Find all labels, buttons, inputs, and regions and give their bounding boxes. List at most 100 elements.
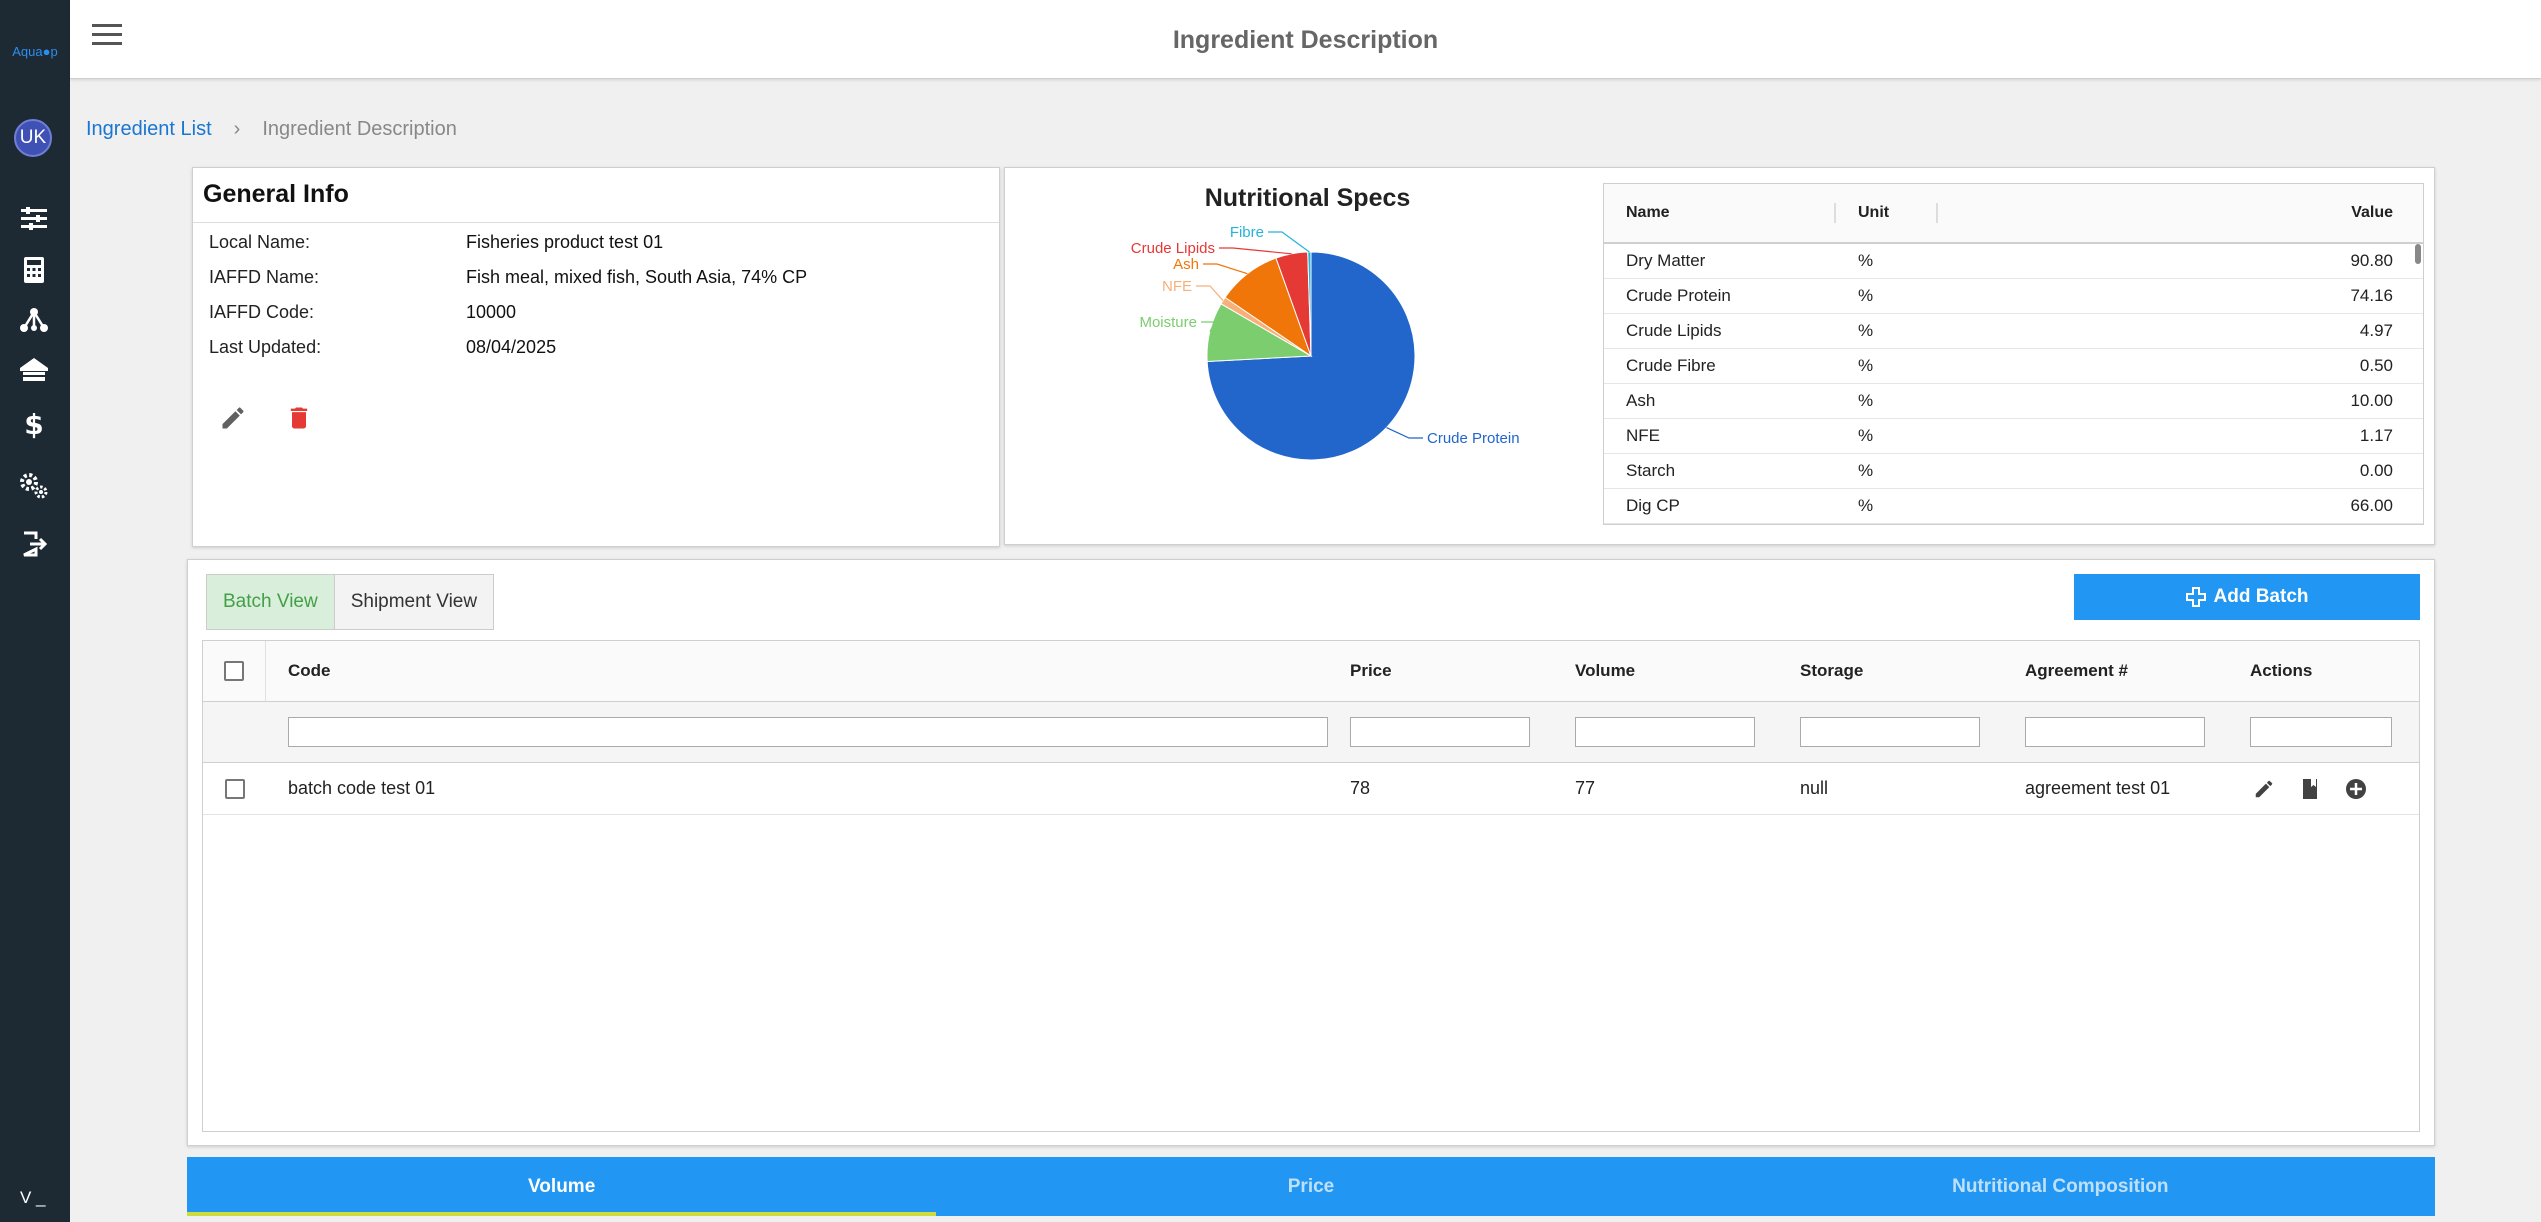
tab-volume[interactable]: Volume (187, 1157, 937, 1216)
add-batch-button[interactable]: Add Batch (2074, 574, 2420, 620)
nutrient-value: 10.00 (2350, 391, 2393, 410)
cell-agreement: agreement test 01 (2025, 778, 2171, 798)
nutrient-name: Crude Protein (1626, 286, 1731, 305)
nutrient-unit: % (1858, 496, 1874, 515)
warehouse-icon[interactable] (18, 354, 50, 386)
info-label: IAFFD Code: (209, 302, 315, 322)
network-icon[interactable] (18, 304, 50, 336)
nutrition-table-header: Name Unit Value (1604, 184, 2423, 244)
breadcrumb-current: Ingredient Description (262, 118, 457, 140)
nutrient-name: Starch (1626, 461, 1676, 480)
tab-nutritional-composition[interactable]: Nutritional Composition (1686, 1157, 2435, 1216)
edit-button[interactable] (215, 400, 251, 436)
tab-shipment-view[interactable]: Shipment View (334, 575, 494, 629)
nutrition-pie-chart: Crude Protein Moisture NFE AshCrude Lipids F… (1131, 224, 1520, 461)
pencil-icon (222, 407, 244, 429)
col-actions: Actions (2250, 661, 2313, 680)
row-save-button[interactable] (2296, 775, 2324, 803)
header-value[interactable]: Value (1938, 204, 2423, 222)
tab-price[interactable]: Price (936, 1157, 1685, 1216)
row-edit-button[interactable] (2250, 775, 2278, 803)
info-row-last-updated: Last Updated: 08/04/2025 (193, 330, 999, 365)
agreement-filter-input[interactable] (2025, 717, 2205, 747)
code-filter-input[interactable] (288, 717, 1328, 747)
actions-filter-input[interactable] (2250, 717, 2392, 747)
pie-leader-line (1203, 263, 1248, 275)
nutrient-unit: % (1858, 461, 1874, 480)
dollar-icon[interactable]: $ (18, 408, 50, 441)
tab-batch-view[interactable]: Batch View (207, 575, 335, 629)
cell-volume: 77 (1575, 778, 1596, 798)
col-agreement[interactable]: Agreement # (2003, 661, 2228, 681)
pie-label: Ash (1173, 256, 1199, 273)
nutrient-name: Dry Matter (1626, 251, 1706, 270)
info-value: 08/04/2025 (466, 337, 557, 357)
nutrition-row: NFE% 1.17 (1604, 419, 2423, 454)
col-code[interactable]: Code (266, 661, 1328, 681)
nutrition-row: Crude Lipids% 4.97 (1604, 314, 2423, 349)
nutrition-table: Name Unit Value Dry Matter% 90.80 Crude P… (1603, 183, 2424, 525)
book-icon (2303, 778, 2317, 799)
pie-label: Crude Lipids (1131, 240, 1215, 257)
breadcrumb-separator: › (233, 118, 241, 140)
info-value: Fish meal, mixed fish, South Asia, 74% C… (466, 267, 808, 287)
logout-icon[interactable] (18, 528, 50, 560)
calculator-icon[interactable] (18, 254, 50, 286)
sliders-icon[interactable] (18, 203, 50, 235)
info-row-iaffd-code: IAFFD Code: 10000 (193, 295, 999, 330)
header-name[interactable]: Name (1604, 204, 1834, 222)
nutrition-row: Crude Protein% 74.16 (1604, 279, 2423, 314)
settings-icon[interactable] (18, 470, 50, 502)
pie-leader-line (1196, 285, 1224, 301)
sidebar: Aqua●p UK $ V _ (0, 0, 70, 1222)
breadcrumb: Ingredient List › Ingredient Description (86, 118, 457, 141)
pie-leader-line (1219, 247, 1292, 255)
breadcrumb-ingredient-list[interactable]: Ingredient List (86, 118, 212, 141)
info-value: 10000 (466, 302, 517, 322)
info-label: Local Name: (209, 232, 311, 252)
view-toggle: Batch View Shipment View (206, 574, 495, 630)
pie-label: Crude Protein (1427, 430, 1520, 447)
storage-filter-input[interactable] (1800, 717, 1980, 747)
nutrient-value: 1.17 (2359, 426, 2393, 445)
nutrient-value: 74.16 (2350, 286, 2393, 305)
col-volume[interactable]: Volume (1553, 661, 1778, 681)
pie-leader-line (1268, 231, 1310, 253)
app-logo: Aqua●p (12, 44, 58, 59)
trash-icon (290, 407, 308, 429)
row-checkbox[interactable] (224, 778, 245, 799)
volume-filter-input[interactable] (1575, 717, 1755, 747)
info-label: Last Updated: (209, 337, 322, 357)
bottom-tab-bar: Volume Price Nutritional Composition (187, 1157, 2435, 1216)
header-unit[interactable]: Unit (1836, 204, 1936, 222)
col-price[interactable]: Price (1328, 661, 1553, 681)
row-add-button[interactable] (2342, 775, 2370, 803)
col-storage[interactable]: Storage (1778, 661, 2003, 681)
avatar[interactable]: UK (14, 119, 52, 157)
table-scrollbar[interactable] (2415, 244, 2421, 264)
pie-leader-line (1386, 427, 1423, 439)
info-label: IAFFD Name: (209, 267, 320, 287)
select-all-checkbox[interactable] (224, 661, 244, 681)
nutrient-value: 0.00 (2359, 461, 2393, 480)
pencil-icon (2255, 780, 2273, 797)
info-row-iaffd-name: IAFFD Name: Fish meal, mixed fish, South… (193, 260, 999, 295)
delete-button[interactable] (281, 400, 317, 436)
nutrition-row: Starch% 0.00 (1604, 454, 2423, 489)
nutrient-unit: % (1858, 251, 1874, 270)
nutrient-value: 90.80 (2350, 251, 2393, 270)
table-row[interactable]: batch code test 01 78 77 null agreement … (203, 763, 2419, 815)
nutrient-unit: % (1858, 356, 1874, 375)
info-value: Fisheries product test 01 (466, 232, 664, 252)
top-bar: Ingredient Description (70, 0, 2541, 79)
info-row-local-name: Local Name: Fisheries product test 01 (193, 225, 999, 260)
pie-label: Moisture (1139, 314, 1197, 331)
nutrient-name: NFE (1626, 426, 1660, 445)
nutrient-name: Dig CP (1626, 496, 1680, 515)
general-info-title: General Info (193, 168, 999, 223)
nutrient-unit: % (1858, 321, 1874, 340)
nutrient-name: Crude Fibre (1626, 356, 1716, 375)
nutrition-row: Crude Fibre% 0.50 (1604, 349, 2423, 384)
price-filter-input[interactable] (1350, 717, 1530, 747)
add-batch-label: Add Batch (2213, 586, 2309, 607)
